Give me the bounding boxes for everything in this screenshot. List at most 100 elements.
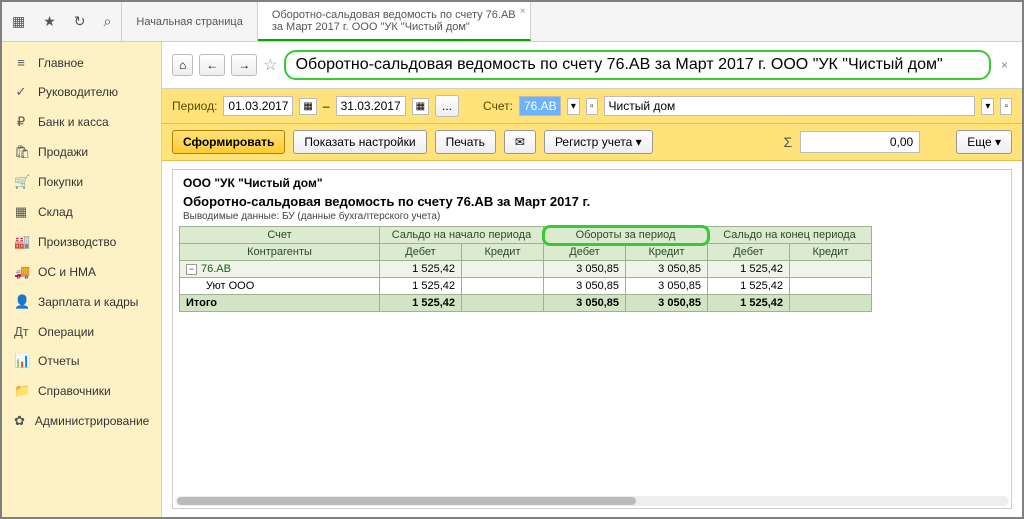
sidebar-label: Продажи (38, 145, 88, 159)
sidebar: ≡ Главное ✓ Руководителю ₽Банк и касса 🛍 Прода… (2, 42, 162, 517)
account-dropdown-icon[interactable]: ▾ (567, 98, 580, 115)
account-label: Счет: (483, 99, 513, 113)
more-button[interactable]: Еще ▾ (956, 130, 1012, 154)
hdr-turnover: Обороты за период (544, 227, 708, 244)
scrollbar-horizontal[interactable] (175, 496, 1009, 506)
hdr-ec: Кредит (790, 244, 872, 261)
home-button[interactable]: ⌂ (172, 54, 193, 76)
tab-close-icon[interactable]: × (520, 6, 526, 17)
main: ⌂ ← → ☆ Оборотно-сальдовая ведомость по … (162, 42, 1022, 517)
date-from-input[interactable] (223, 96, 293, 116)
report-org: ООО "УК "Чистый дом" (179, 174, 1005, 192)
table-row[interactable]: Уют ООО1 525,423 050,853 050,851 525,42 (180, 278, 872, 295)
collapse-icon[interactable]: − (186, 264, 197, 275)
hdr-ed: Дебет (708, 244, 790, 261)
sidebar-label: Склад (38, 205, 73, 219)
form-button[interactable]: Сформировать (172, 130, 285, 154)
period-label: Период: (172, 99, 217, 113)
sidebar-icon: 👤 (14, 294, 28, 310)
sidebar-icon: ✿ (14, 413, 25, 429)
tab-active-line2: за Март 2017 г. ООО "УК "Чистый дом" (272, 21, 516, 33)
sidebar-icon: 🚚 (14, 264, 28, 280)
date-to-input[interactable] (336, 96, 406, 116)
apps-icon[interactable]: ▦ (12, 13, 25, 30)
favorite-icon[interactable]: ☆ (263, 55, 277, 75)
tab-home-label: Начальная страница (136, 16, 242, 28)
sidebar-item-11[interactable]: 📁 Справочники (2, 376, 161, 406)
register-button[interactable]: Регистр учета ▾ (544, 130, 653, 154)
table-row[interactable]: −76.АВ1 525,423 050,853 050,851 525,42 (180, 261, 872, 278)
back-button[interactable]: ← (199, 54, 225, 76)
sidebar-label: ОС и НМА (38, 265, 96, 279)
table-row[interactable]: Итого1 525,423 050,853 050,851 525,42 (180, 295, 872, 312)
hdr-tc: Кредит (626, 244, 708, 261)
sidebar-label: Производство (38, 235, 116, 249)
sidebar-label: Руководителю (38, 85, 118, 99)
scrollbar-thumb[interactable] (177, 497, 636, 505)
org-dropdown-icon[interactable]: ▾ (981, 98, 994, 115)
sidebar-item-6[interactable]: 🏭Производство (2, 227, 161, 257)
account-input[interactable] (519, 96, 561, 116)
sidebar-icon: ≡ (14, 55, 28, 70)
hdr-td: Дебет (544, 244, 626, 261)
history-icon[interactable]: ↻ (74, 13, 86, 30)
sidebar-item-4[interactable]: 🛒 Покупки (2, 167, 161, 197)
sidebar-label: Отчеты (38, 354, 79, 368)
tab-active-line1: Оборотно-сальдовая ведомость по счету 76… (272, 9, 516, 21)
hdr-sd: Дебет (380, 244, 462, 261)
star-icon[interactable]: ★ (43, 13, 56, 30)
sidebar-label: Операции (38, 325, 94, 339)
close-icon[interactable]: × (997, 58, 1012, 72)
tab-home[interactable]: Начальная страница (122, 2, 257, 41)
sidebar-item-2[interactable]: ₽Банк и касса (2, 107, 161, 137)
sidebar-item-0[interactable]: ≡ Главное (2, 48, 161, 77)
header-bar: ⌂ ← → ☆ Оборотно-сальдовая ведомость по … (162, 42, 1022, 89)
report-area: ООО "УК "Чистый дом" Оборотно-сальдовая … (172, 169, 1012, 509)
tabs: Начальная страница Оборотно-сальдовая ве… (122, 2, 530, 41)
sidebar-icon: 📁 (14, 383, 28, 399)
forward-button[interactable]: → (231, 54, 257, 76)
sidebar-icon: 📊 (14, 353, 28, 369)
calendar-from-icon[interactable]: ▦ (299, 98, 316, 115)
sidebar-item-5[interactable]: ▦Склад (2, 197, 161, 227)
sidebar-label: Банк и касса (38, 115, 109, 129)
report-title: Оборотно-сальдовая ведомость по счету 76… (179, 192, 1005, 211)
hdr-sc: Кредит (462, 244, 544, 261)
sidebar-icon: ✓ (14, 84, 28, 100)
sidebar-item-1[interactable]: ✓ Руководителю (2, 77, 161, 107)
settings-button[interactable]: Показать настройки (293, 130, 426, 154)
sidebar-item-12[interactable]: ✿ Администрирование (2, 406, 161, 436)
calendar-to-icon[interactable]: ▦ (412, 98, 429, 115)
sidebar-item-3[interactable]: 🛍 Продажи (2, 137, 161, 167)
chevron-down-icon: ▾ (995, 135, 1001, 149)
report-subtitle: Выводимые данные: БУ (данные бухгалтерск… (179, 211, 1005, 226)
sum-field: 0,00 (800, 131, 920, 153)
period-select-button[interactable]: ... (435, 95, 459, 117)
print-button[interactable]: Печать (435, 130, 496, 154)
sidebar-item-7[interactable]: 🚚 ОС и НМА (2, 257, 161, 287)
page-title: Оборотно-сальдовая ведомость по счету 76… (284, 50, 991, 80)
sigma-icon[interactable]: Σ (784, 134, 793, 150)
sidebar-icon: 🛒 (14, 174, 28, 190)
hdr-account: Счет (180, 227, 380, 244)
account-open-icon[interactable]: ▫ (586, 98, 598, 115)
sidebar-item-9[interactable]: Дт Операции (2, 317, 161, 346)
org-input[interactable] (604, 96, 976, 116)
mail-button[interactable]: ✉ (504, 130, 536, 154)
sidebar-label: Главное (38, 56, 84, 70)
sidebar-label: Администрирование (35, 414, 149, 428)
sidebar-item-8[interactable]: 👤Зарплата и кадры (2, 287, 161, 317)
search-icon[interactable]: ⌕ (104, 13, 112, 30)
sidebar-label: Покупки (38, 175, 83, 189)
tab-active[interactable]: Оборотно-сальдовая ведомость по счету 76… (258, 2, 531, 41)
sidebar-label: Справочники (38, 384, 111, 398)
org-open-icon[interactable]: ▫ (1000, 98, 1012, 115)
period-dash: – (323, 99, 330, 113)
hdr-start: Сальдо на начало периода (380, 227, 544, 244)
tool-icons: ▦ ★ ↻ ⌕ (2, 2, 122, 41)
hdr-end: Сальдо на конец периода (708, 227, 872, 244)
sidebar-icon: Дт (14, 324, 28, 339)
hdr-contragents: Контрагенты (180, 244, 380, 261)
sidebar-icon: 🛍 (14, 144, 28, 160)
sidebar-item-10[interactable]: 📊 Отчеты (2, 346, 161, 376)
